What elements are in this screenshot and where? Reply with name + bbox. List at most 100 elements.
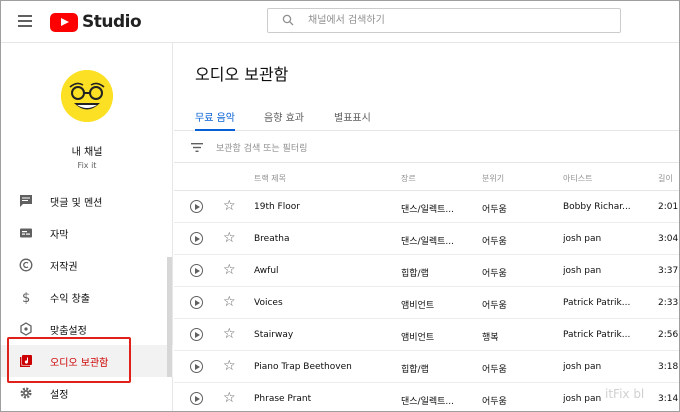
track-artist: josh pan: [563, 362, 602, 372]
track-length: 2:56: [658, 330, 679, 340]
table-row[interactable]: ☆ Piano Trap Beethoven 힙합/랩 어두움 josh pan…: [174, 351, 679, 383]
star-icon[interactable]: ☆: [223, 294, 236, 310]
track-genre: 앰비언트: [401, 301, 435, 311]
customization-icon: [19, 322, 33, 336]
search-box[interactable]: [267, 8, 621, 33]
sidebar-item-label: 설정: [50, 389, 69, 401]
column-header-length[interactable]: 길이: [658, 173, 673, 184]
column-header-title[interactable]: 트랙 제목: [254, 173, 286, 184]
sidebar-item-label: 댓글 및 멘션: [50, 197, 103, 209]
play-icon[interactable]: [190, 328, 203, 341]
svg-text:$: $: [22, 291, 30, 304]
comment-icon: [19, 194, 33, 208]
star-icon[interactable]: ☆: [223, 390, 236, 406]
track-title: Stairway: [254, 330, 294, 340]
track-mood: 어두움: [482, 397, 507, 407]
sidebar-scrollbar[interactable]: [167, 257, 172, 377]
track-length: 2:33: [658, 298, 679, 308]
track-length: 2:01: [658, 202, 679, 212]
track-genre: 힙합/랩: [401, 269, 429, 279]
star-icon[interactable]: ☆: [223, 326, 236, 342]
sidebar-item-comments[interactable]: 댓글 및 멘션: [1, 185, 173, 217]
sidebar-item-label: 맞춤설정: [50, 325, 87, 337]
table-row[interactable]: ☆ Stairway 앰비언트 행복 Patrick Patrik... 2:5…: [174, 319, 679, 351]
track-length: 3:04: [658, 234, 679, 244]
channel-avatar[interactable]: [61, 70, 113, 122]
sidebar-item-label: 자막: [50, 229, 69, 241]
track-genre: 앰비언트: [401, 333, 435, 343]
watermark-text: itFix bl: [605, 387, 645, 401]
track-mood: 어두움: [482, 365, 507, 375]
search-icon: [282, 14, 294, 26]
track-artist: josh pan: [563, 234, 602, 244]
channel-title: 내 채널: [71, 147, 103, 158]
studio-logo-text: Studio: [82, 12, 142, 32]
column-header-mood[interactable]: 분위기: [482, 173, 504, 184]
play-icon[interactable]: [190, 392, 203, 405]
studio-window: Studio 내 채널 Fix it: [0, 0, 680, 412]
copyright-icon: [19, 258, 33, 272]
annotation-highlight-box: [7, 337, 131, 383]
main-content: 오디오 보관함 무료 음악 음향 효과 별표표시 보관함 검색 또는 필터링 트…: [174, 43, 679, 411]
sidebar-item-subtitles[interactable]: 자막: [1, 217, 173, 249]
track-mood: 어두움: [482, 237, 507, 247]
sidebar-item-monetization[interactable]: $ 수익 창출: [1, 281, 173, 313]
play-icon[interactable]: [190, 200, 203, 213]
track-mood: 어두움: [482, 269, 507, 279]
top-bar: Studio: [1, 1, 679, 43]
track-length: 3:18: [658, 362, 679, 372]
filter-icon[interactable]: [191, 143, 203, 152]
play-icon[interactable]: [190, 296, 203, 309]
youtube-studio-logo[interactable]: Studio: [50, 12, 142, 32]
dollar-icon: $: [19, 290, 33, 304]
star-icon[interactable]: ☆: [223, 198, 236, 214]
tab-free-music[interactable]: 무료 음악: [195, 109, 235, 131]
smiley-icon: [61, 70, 113, 122]
page-title: 오디오 보관함: [195, 65, 289, 84]
track-artist: Bobby Richar...: [563, 202, 631, 212]
track-length: 3:37: [658, 266, 679, 276]
table-header: 트랙 제목 장르 분위기 아티스트 길이: [174, 163, 679, 191]
track-title: Awful: [254, 266, 279, 276]
gear-icon: [19, 386, 33, 400]
star-icon[interactable]: ☆: [223, 230, 236, 246]
track-genre: 댄스/일렉트...: [401, 237, 455, 247]
table-row[interactable]: ☆ Breatha 댄스/일렉트... 어두움 josh pan 3:04: [174, 223, 679, 255]
filter-bar[interactable]: 보관함 검색 또는 필터링: [174, 131, 679, 163]
track-genre: 힙합/랩: [401, 365, 429, 375]
track-genre: 댄스/일렉트...: [401, 205, 455, 215]
play-icon[interactable]: [190, 360, 203, 373]
youtube-play-icon: [50, 12, 78, 32]
channel-subtitle: Fix it: [77, 161, 97, 170]
track-mood: 어두움: [482, 205, 507, 215]
star-icon[interactable]: ☆: [223, 358, 236, 374]
track-artist: Patrick Patrik...: [563, 298, 631, 308]
play-icon[interactable]: [190, 264, 203, 277]
track-mood: 행복: [482, 333, 499, 343]
subtitles-icon: [19, 226, 33, 240]
track-artist: Patrick Patrik...: [563, 330, 631, 340]
star-icon[interactable]: ☆: [223, 262, 236, 278]
track-title: Voices: [254, 298, 283, 308]
tab-sound-effects[interactable]: 음향 효과: [264, 109, 304, 131]
filter-input-placeholder[interactable]: 보관함 검색 또는 필터링: [216, 141, 307, 154]
track-artist: josh pan: [563, 266, 602, 276]
track-title: Piano Trap Beethoven: [254, 362, 352, 372]
tab-bar: 무료 음악 음향 효과 별표표시: [174, 101, 679, 131]
table-row[interactable]: ☆ Awful 힙합/랩 어두움 josh pan 3:37: [174, 255, 679, 287]
tab-starred[interactable]: 별표표시: [334, 109, 371, 131]
track-title: 19th Floor: [254, 202, 300, 212]
sidebar-item-label: 수익 창출: [50, 293, 90, 305]
play-icon[interactable]: [190, 232, 203, 245]
track-mood: 어두움: [482, 301, 507, 311]
column-header-artist[interactable]: 아티스트: [563, 173, 592, 184]
sidebar-item-label: 저작권: [50, 261, 78, 273]
search-input[interactable]: [308, 12, 608, 29]
column-header-genre[interactable]: 장르: [401, 173, 416, 184]
sidebar-item-copyright[interactable]: 저작권: [1, 249, 173, 281]
track-genre: 댄스/일렉트...: [401, 397, 455, 407]
table-row[interactable]: ☆ Voices 앰비언트 어두움 Patrick Patrik... 2:33: [174, 287, 679, 319]
table-row[interactable]: ☆ 19th Floor 댄스/일렉트... 어두움 Bobby Richar.…: [174, 191, 679, 223]
track-title: Breatha: [254, 234, 290, 244]
menu-icon[interactable]: [18, 15, 32, 27]
